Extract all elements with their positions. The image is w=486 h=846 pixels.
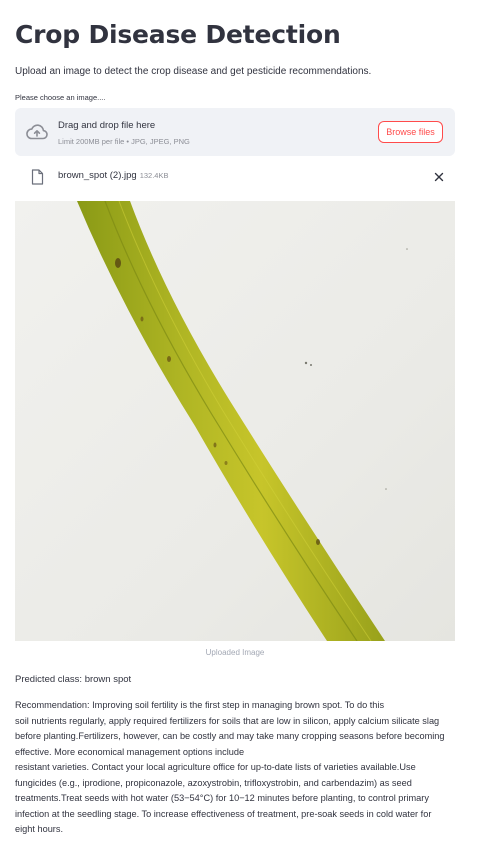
recommendation-line: effective. More economical management op… [15, 746, 245, 757]
uploaded-image [15, 201, 455, 641]
recommendation-line: Recommendation: Improving soil fertility… [15, 700, 385, 710]
uploaded-file-size: 132.4KB [139, 171, 169, 180]
recommendation-line: infection at the seedling stage. To incr… [15, 808, 432, 819]
uploaded-file-row: brown_spot (2).jpg 132.4KB [15, 166, 455, 188]
leaf-photo [15, 201, 455, 641]
file-dropzone[interactable]: Drag and drop file here Limit 200MB per … [15, 108, 455, 156]
recommendation-line: before planting.Fertilizers, however, ca… [15, 731, 445, 741]
recommendation-line: resistant varieties. Contact your local … [15, 762, 416, 772]
recommendation-line: soil nutrients regularly, apply required… [15, 715, 440, 726]
recommendation-text: Recommendation: Improving soil fertility… [15, 698, 459, 838]
file-icon [31, 169, 44, 185]
close-icon[interactable] [433, 171, 445, 183]
page-subtitle: Upload an image to detect the crop disea… [15, 66, 372, 77]
uploader-label: Please choose an image.... [15, 93, 106, 102]
image-caption: Uploaded Image [205, 648, 265, 657]
cloud-upload-icon [26, 124, 48, 140]
recommendation-line: fungicides (e.g., iprodione, propiconazo… [15, 777, 412, 788]
dropzone-instruction: Drag and drop file here [58, 120, 156, 131]
dropzone-limit-text: Limit 200MB per file • JPG, JPEG, PNG [58, 137, 190, 146]
browse-files-button[interactable]: Browse files [378, 121, 443, 143]
uploaded-file-name: brown_spot (2).jpg 132.4KB [58, 170, 168, 181]
recommendation-line: treatments.Treat seeds with hot water (5… [15, 793, 429, 803]
page-title: Crop Disease Detection [15, 20, 341, 49]
recommendation-line: eight hours. [15, 824, 64, 834]
app-page: Crop Disease Detection Upload an image t… [0, 0, 486, 846]
file-name-text: brown_spot (2).jpg [58, 170, 137, 181]
predicted-class: Predicted class: brown spot [15, 674, 132, 685]
